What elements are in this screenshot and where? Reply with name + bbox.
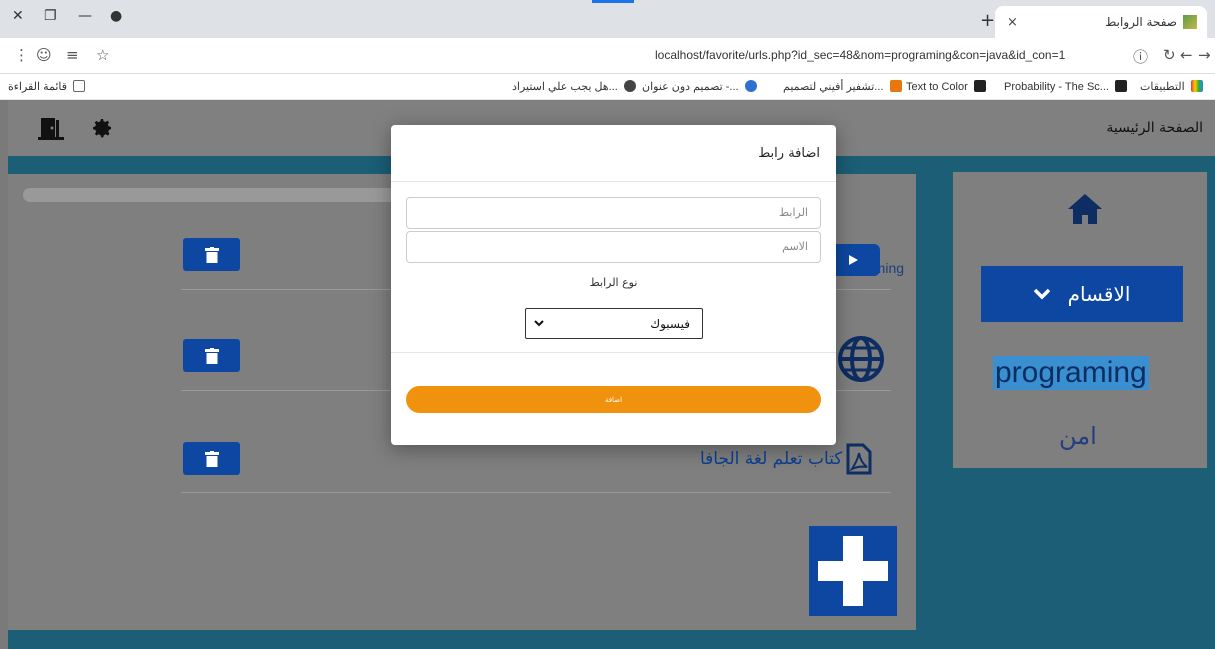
url-input[interactable]: الرابط — [406, 197, 821, 229]
browser-tabbar: ✕ ❐ — ● + صفحة الروابط × — [0, 0, 1215, 38]
restore-window-icon[interactable]: ❐ — [44, 8, 57, 24]
category-security[interactable]: امن — [1059, 422, 1097, 450]
add-link-button[interactable] — [809, 526, 897, 616]
url-field[interactable]: localhost/favorite/urls.php?id_sec=48&no… — [655, 48, 1065, 62]
info-icon[interactable]: ⓘ — [1133, 46, 1148, 67]
tab-indicator — [592, 0, 634, 3]
favicon-icon — [1183, 15, 1197, 29]
bookmark-icon — [889, 80, 902, 92]
submit-add-button[interactable]: اضافة — [406, 386, 821, 413]
reading-list-icon — [73, 80, 86, 92]
playlist-icon[interactable]: ≡ — [66, 46, 79, 64]
globe-icon — [623, 80, 636, 92]
trash-icon — [204, 450, 219, 467]
delete-button[interactable] — [183, 442, 240, 475]
logout-door-icon[interactable] — [38, 116, 64, 140]
address-bar: ⋮ ☺ ≡ ☆ localhost/favorite/urls.php?id_s… — [0, 38, 1215, 74]
delete-button[interactable] — [183, 238, 240, 271]
bookmark-item[interactable]: Text to Color — [906, 80, 989, 93]
pdf-file-icon — [846, 443, 872, 475]
play-icon — [849, 255, 858, 265]
pdf-link[interactable]: كتاب تعلم لغة الجافا — [700, 443, 872, 475]
plus-icon — [818, 536, 888, 606]
link-type-select[interactable]: فيسبوك — [525, 308, 703, 339]
name-input[interactable]: الاسم — [406, 231, 821, 263]
close-window-icon[interactable]: ✕ — [12, 8, 24, 24]
bookmarks-bar: قائمة القراءة هل يجب علي استيراد... تصمي… — [0, 74, 1215, 100]
tab-title: صفحة الروابط — [1105, 15, 1177, 29]
chevron-down-icon — [534, 319, 544, 326]
trash-icon — [204, 347, 219, 364]
pdf-link-label: كتاب تعلم لغة الجافا — [700, 449, 843, 469]
trash-icon — [204, 246, 219, 263]
minimize-window-icon[interactable]: — — [78, 8, 92, 24]
panel-scrollbar[interactable] — [23, 188, 403, 202]
categories-label: الاقسام — [1067, 282, 1131, 306]
row-divider — [181, 492, 891, 493]
bookmark-star-icon[interactable]: ☆ — [96, 46, 109, 64]
tab-close-icon[interactable]: × — [1007, 15, 1018, 30]
tab-search-icon[interactable]: ● — [110, 8, 122, 24]
canva-icon — [744, 80, 757, 92]
link-type-value: فيسبوك — [650, 316, 690, 331]
menu-icon[interactable]: ⋮ — [14, 46, 29, 64]
chevron-down-icon — [1033, 288, 1050, 300]
modal-divider — [391, 352, 836, 353]
bookmark-item[interactable]: تشفير أفيني لتصميم... — [783, 80, 905, 93]
browser-tab[interactable]: صفحة الروابط × — [995, 6, 1207, 38]
link-type-label: نوع الرابط — [589, 276, 638, 289]
bookmark-item[interactable]: هل يجب علي استيراد... — [512, 80, 639, 93]
reading-list[interactable]: قائمة القراءة — [8, 80, 88, 93]
bookmark-apps[interactable]: التطبيقات — [1140, 80, 1206, 93]
bookmark-item[interactable]: تصميم دون عنوان -... — [642, 80, 760, 93]
color-icon — [973, 80, 986, 92]
delete-button[interactable] — [183, 339, 240, 372]
apps-grid-icon — [1190, 80, 1203, 92]
forward-icon[interactable]: → — [1198, 46, 1211, 64]
add-link-modal: اضافة رابط الرابط الاسم نوع الرابط فيسبو… — [391, 125, 836, 445]
profile-icon[interactable]: ☺ — [36, 46, 52, 64]
categories-sidebar: الاقسام programing امن — [953, 172, 1207, 468]
modal-title: اضافة رابط — [758, 146, 820, 161]
settings-gear-icon[interactable] — [90, 116, 114, 140]
category-programing[interactable]: programing — [993, 356, 1149, 390]
home-link[interactable]: الصفحة الرئيسية — [1106, 120, 1203, 136]
bookmark-x-icon — [1115, 80, 1128, 92]
home-icon[interactable] — [1066, 192, 1104, 226]
reload-icon[interactable]: ↻ — [1163, 46, 1176, 64]
bookmark-item[interactable]: Probability - The Sc... — [1004, 80, 1130, 93]
new-tab-button[interactable]: + — [980, 10, 995, 31]
globe-icon[interactable] — [838, 336, 884, 382]
modal-header: اضافة رابط — [391, 125, 836, 182]
back-icon[interactable]: ← — [1180, 46, 1193, 64]
categories-dropdown-button[interactable]: الاقسام — [981, 266, 1183, 322]
